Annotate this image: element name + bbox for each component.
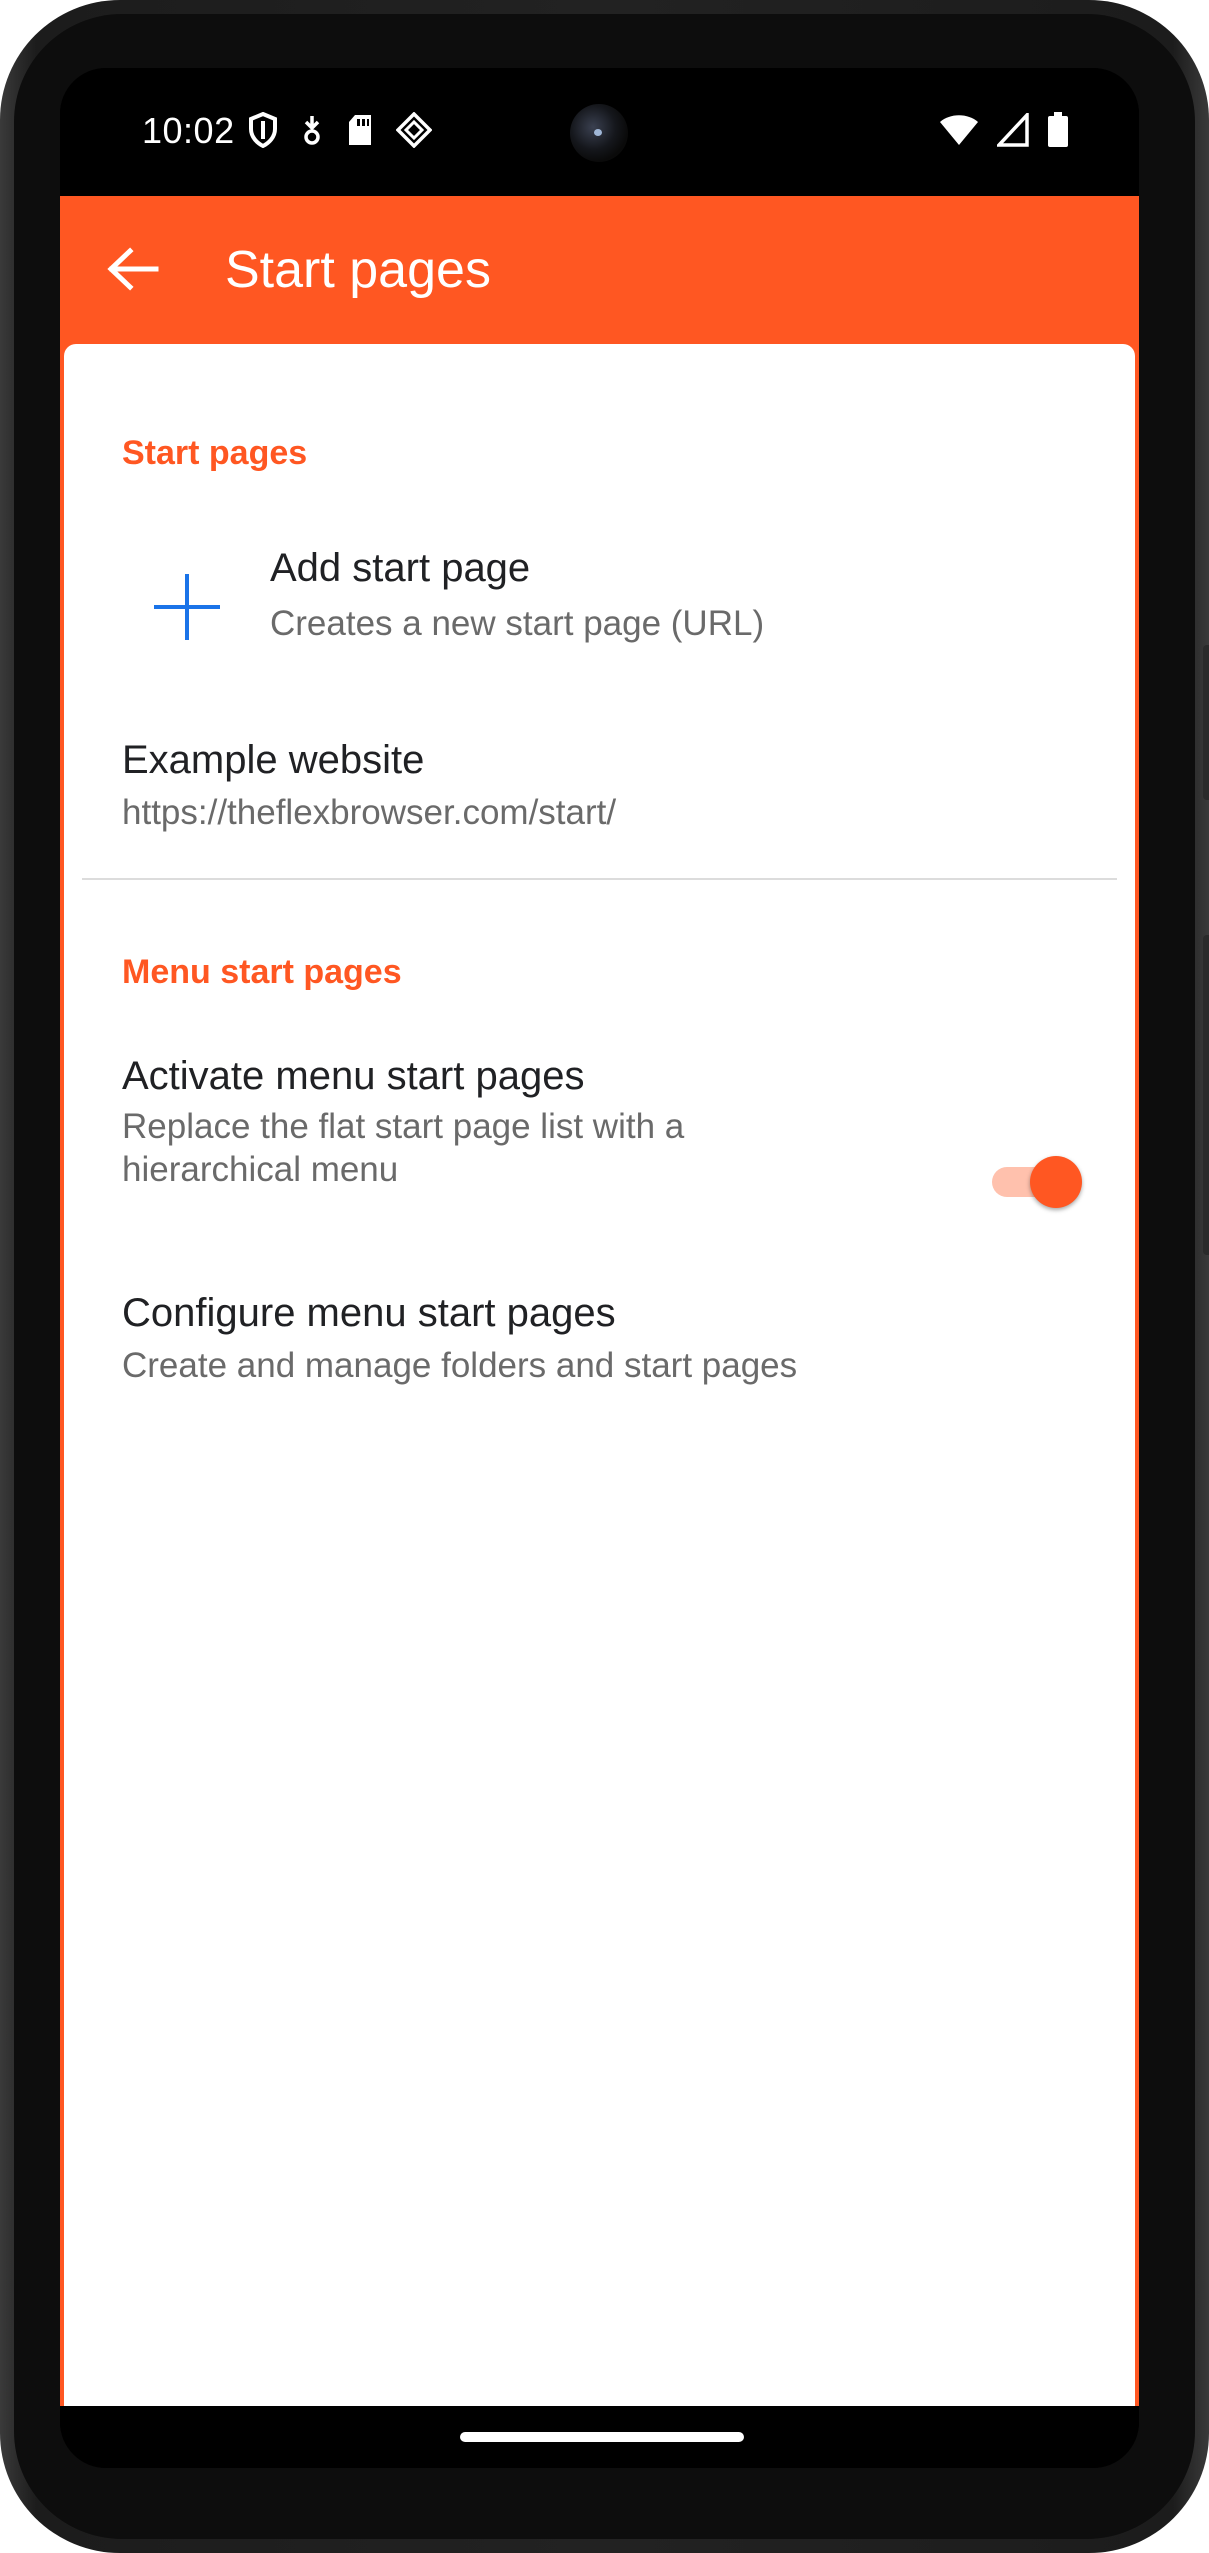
- configure-menu-start-pages-summary: Create and manage folders and start page…: [122, 1346, 798, 1385]
- switch-thumb: [1030, 1156, 1082, 1208]
- activate-menu-start-pages-summary: Replace the flat start page list with a …: [122, 1107, 685, 1189]
- battery-icon: [1047, 112, 1069, 153]
- app-bar: Start pages: [60, 196, 1139, 344]
- plus-icon: [152, 572, 222, 642]
- status-icons-right: [939, 110, 1069, 153]
- status-icons-left: [248, 111, 433, 153]
- section-header-start-pages: Start pages: [122, 434, 308, 472]
- shield-icon: [248, 111, 278, 153]
- content-area: Start pages Add start page Creates a new…: [60, 344, 1139, 2406]
- navigation-bar: [60, 2406, 1139, 2468]
- example-website-title: Example website: [122, 738, 425, 782]
- example-website-url: https://theflexbrowser.com/start/: [122, 793, 617, 832]
- wifi-icon: [939, 113, 979, 152]
- status-bar: 10:02: [60, 68, 1139, 196]
- activate-menu-start-pages-title: Activate menu start pages: [122, 1054, 585, 1098]
- power-button: [1203, 645, 1209, 800]
- status-time: 10:02: [142, 110, 235, 151]
- configure-menu-start-pages-title: Configure menu start pages: [122, 1291, 616, 1335]
- phone-frame: 10:02 Start pages Start pages Add start …: [0, 0, 1209, 2553]
- add-start-page-summary: Creates a new start page (URL): [270, 604, 765, 643]
- app-diamond-icon: [395, 111, 433, 153]
- example-website-item[interactable]: Example website https://theflexbrowser.c…: [64, 714, 1135, 864]
- volume-button: [1203, 935, 1209, 1255]
- back-button[interactable]: [98, 236, 168, 306]
- screen: 10:02 Start pages Start pages Add start …: [60, 68, 1139, 2468]
- add-start-page-title: Add start page: [270, 546, 531, 590]
- front-camera: [570, 104, 628, 162]
- activate-menu-start-pages-switch[interactable]: [986, 1152, 1082, 1208]
- page-title: Start pages: [225, 241, 491, 299]
- configure-menu-start-pages-item[interactable]: Configure menu start pages Create and ma…: [64, 1289, 1135, 1449]
- settings-list: Start pages Add start page Creates a new…: [64, 344, 1135, 2406]
- download-icon: [300, 114, 324, 151]
- arrow-back-icon: [106, 246, 160, 296]
- add-start-page-item[interactable]: Add start page Creates a new start page …: [64, 524, 1135, 689]
- signal-icon: [994, 110, 1029, 152]
- activate-menu-start-pages-item[interactable]: Activate menu start pages Replace the fl…: [64, 1042, 1135, 1272]
- section-divider: [82, 878, 1117, 880]
- section-header-menu-start-pages: Menu start pages: [122, 953, 402, 991]
- home-gesture-handle[interactable]: [460, 2432, 744, 2442]
- sd-card-icon: [346, 113, 374, 152]
